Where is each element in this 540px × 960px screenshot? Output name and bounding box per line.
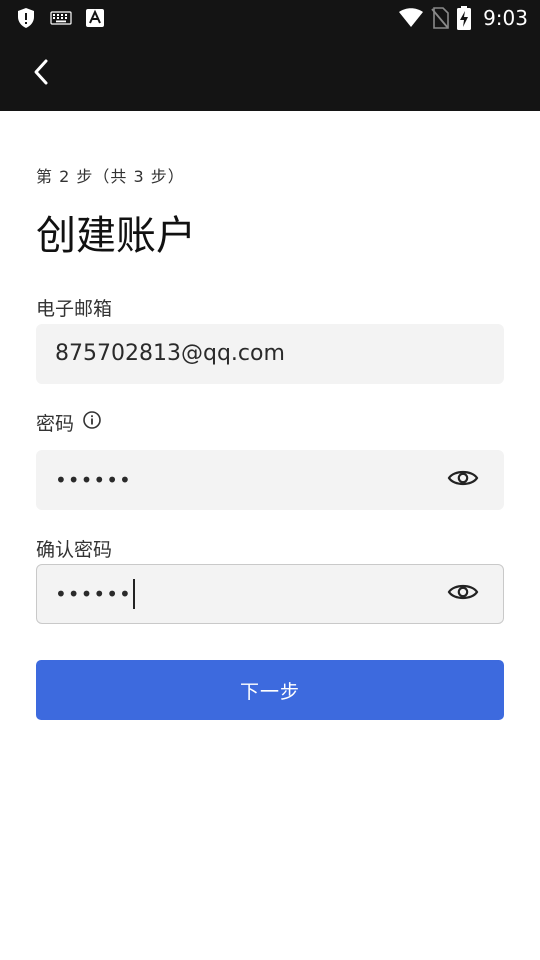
password-label: 密码: [36, 409, 102, 436]
text-caret: [132, 578, 135, 609]
next-button[interactable]: 下一步: [36, 660, 504, 720]
email-label: 电子邮箱: [36, 294, 112, 321]
password-label-text: 密码: [36, 413, 75, 435]
confirm-password-label: 确认密码: [36, 535, 112, 562]
eye-icon: [447, 581, 479, 607]
shield-alert-icon: [16, 7, 36, 29]
status-right-icons: 9:03: [399, 6, 528, 30]
confirm-password-text: ••••••: [55, 565, 135, 623]
page-title: 创建账户: [36, 213, 196, 259]
email-value: 875702813@qq.com: [55, 341, 285, 366]
no-sim-icon: [431, 7, 449, 29]
password-value: ••••••: [55, 468, 132, 492]
email-label-text: 电子邮箱: [36, 298, 113, 320]
step-indicator: 第 2 步（共 3 步）: [36, 167, 185, 186]
status-bar: 9:03: [0, 0, 540, 36]
keyboard-icon: [50, 11, 72, 25]
email-field[interactable]: 875702813@qq.com: [36, 324, 504, 384]
confirm-password-value: ••••••: [55, 582, 132, 606]
battery-charging-icon: [457, 6, 472, 30]
status-left-icons: [16, 6, 104, 30]
confirm-password-visibility-toggle[interactable]: [445, 579, 481, 609]
app-bar: [0, 36, 540, 111]
status-time: 9:03: [483, 6, 528, 30]
confirm-password-label-text: 确认密码: [36, 539, 113, 561]
password-field[interactable]: ••••••: [36, 450, 504, 510]
font-a-icon: [86, 9, 104, 27]
chevron-left-icon: [32, 58, 52, 90]
info-icon[interactable]: [82, 410, 102, 435]
wifi-icon: [399, 8, 424, 28]
password-visibility-toggle[interactable]: [445, 465, 481, 495]
eye-icon: [447, 467, 479, 493]
back-button[interactable]: [22, 54, 62, 94]
confirm-password-field[interactable]: ••••••: [36, 564, 504, 624]
